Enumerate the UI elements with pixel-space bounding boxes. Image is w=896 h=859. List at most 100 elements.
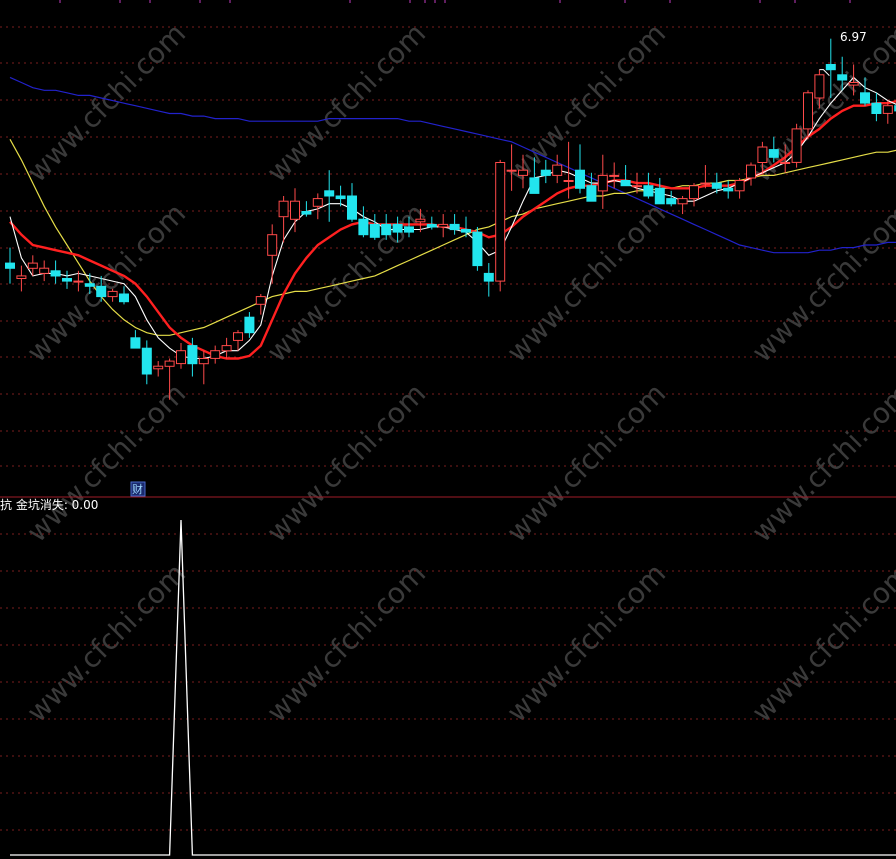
watermark-text: www.cfchi.com	[20, 17, 192, 189]
candle	[347, 183, 357, 222]
candle-body-down	[324, 190, 335, 197]
candle	[312, 193, 323, 220]
candle-body-down	[84, 283, 95, 287]
high-price-label: 6.97	[840, 30, 867, 44]
candle	[130, 330, 141, 349]
candle	[472, 226, 483, 271]
watermark-text: www.cfchi.com	[745, 197, 896, 369]
candle-body-down	[711, 182, 722, 189]
candle-body-up	[107, 290, 118, 298]
candle	[791, 123, 802, 168]
candle-body-up	[27, 262, 38, 269]
candle	[244, 312, 255, 338]
candle-body-down	[825, 64, 836, 71]
candle-body-down	[335, 195, 346, 200]
candle-body-down	[837, 74, 848, 81]
candle-body-down	[871, 102, 882, 114]
watermark-text: www.cfchi.com	[500, 17, 672, 189]
candle-body-up	[267, 234, 278, 256]
news-badge[interactable]: 财	[130, 481, 146, 497]
candle-body-up	[677, 198, 688, 205]
candle	[62, 270, 72, 289]
candle	[5, 247, 15, 284]
candle-body-up	[73, 280, 84, 283]
candle	[267, 224, 278, 284]
candle	[210, 345, 221, 364]
indicator-grid	[0, 533, 896, 831]
candle-body-up	[780, 162, 791, 164]
candle-body-up	[791, 128, 802, 163]
candle-body-down	[472, 231, 483, 267]
candle-body-up	[438, 223, 449, 228]
candle-body-down	[130, 337, 141, 349]
watermark-text: www.cfchi.com	[260, 377, 432, 549]
candle	[552, 154, 563, 184]
candle-body-down	[654, 187, 665, 205]
candle-body-down	[5, 262, 15, 269]
candle-body-up	[221, 345, 232, 352]
candle	[723, 180, 734, 199]
candle	[871, 92, 882, 122]
candle-body-up	[814, 74, 825, 99]
candle	[609, 162, 620, 189]
candle-body-down	[187, 345, 198, 365]
candle	[746, 162, 756, 186]
candle-body-down	[62, 278, 72, 282]
candle-body-up	[210, 350, 221, 359]
candle-body-down	[50, 270, 61, 277]
candle-body-down	[301, 211, 312, 215]
candle-body-up	[233, 332, 243, 341]
candle-body-down	[723, 187, 734, 192]
candle-body-up	[312, 198, 323, 207]
candle-body-down	[643, 185, 654, 197]
candle-body-up	[563, 180, 574, 182]
candle	[483, 263, 494, 297]
candle-body-down	[244, 316, 255, 334]
candle-body-down	[369, 223, 380, 238]
candle	[620, 165, 631, 187]
candle-body-up	[734, 180, 745, 192]
candle	[734, 177, 745, 199]
candle-body-down	[449, 223, 460, 231]
candle	[141, 340, 152, 385]
chart-canvas[interactable]: www.cfchi.com www.cfchi.com www.cfchi.com w…	[0, 0, 896, 859]
candle-body-up	[689, 185, 699, 200]
candle-body-up	[16, 275, 27, 279]
candle-body-up	[746, 164, 756, 179]
candle	[643, 172, 654, 199]
candle-body-down	[461, 229, 471, 233]
candle-body-up	[803, 92, 813, 130]
watermark-text: www.cfchi.com	[500, 377, 672, 549]
candle	[324, 170, 335, 222]
candle-body-down	[586, 185, 597, 202]
watermark-text: www.cfchi.com	[260, 557, 432, 729]
candle-body-up	[255, 296, 266, 305]
candle-body-up	[176, 350, 186, 365]
candle	[438, 214, 449, 238]
candle-body-up	[518, 169, 528, 176]
candle-body-down	[768, 149, 779, 158]
candle-body-down	[620, 180, 631, 187]
watermark-text: www.cfchi.com	[260, 17, 432, 189]
candle	[50, 260, 61, 284]
candle-body-up	[153, 365, 164, 370]
candle-body-down	[540, 169, 551, 176]
candle-body-down	[119, 293, 129, 303]
candle-body-down	[96, 285, 107, 298]
candle-body-down	[529, 177, 540, 194]
candle	[369, 214, 380, 240]
candle-body-down	[392, 223, 403, 233]
watermark-text: www.cfchi.com	[745, 377, 896, 549]
candle	[27, 255, 38, 276]
candle-body-up	[39, 267, 50, 274]
candle-body-up	[597, 174, 608, 192]
watermark-text: www.cfchi.com	[20, 557, 192, 729]
candle-body-up	[506, 169, 517, 172]
candle-body-up	[495, 162, 506, 282]
candle	[198, 350, 209, 385]
candle	[666, 190, 677, 207]
candle-body-down	[141, 347, 152, 375]
candle-body-down	[483, 272, 494, 282]
watermark-text: www.cfchi.com	[500, 197, 672, 369]
candle-body-up	[198, 358, 209, 365]
